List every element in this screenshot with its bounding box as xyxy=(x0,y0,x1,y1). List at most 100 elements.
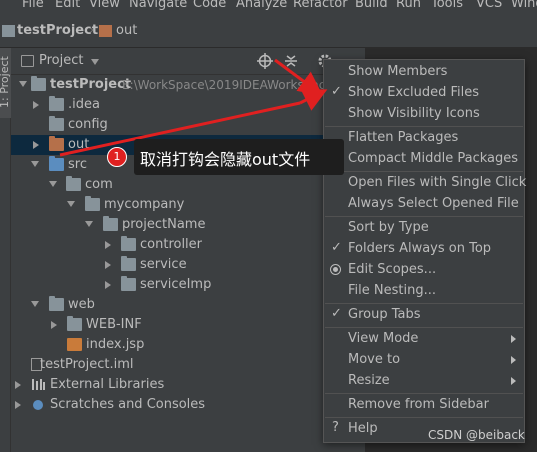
menu-item-move-to[interactable]: Move to xyxy=(324,350,524,371)
expand-arrow-icon[interactable] xyxy=(33,101,41,109)
expand-arrow-icon[interactable] xyxy=(105,281,113,289)
menu-item-show-visibility-icons[interactable]: Show Visibility Icons xyxy=(324,104,524,125)
radio-icon xyxy=(330,264,341,275)
menu-navigate[interactable]: Navigate xyxy=(129,0,187,11)
breadcrumb-folder[interactable]: out xyxy=(116,23,137,38)
expand-arrow-icon[interactable] xyxy=(105,241,113,249)
menu-item-label: Remove from Sidebar xyxy=(348,397,489,412)
source-folder-icon xyxy=(49,156,64,171)
menu-analyze[interactable]: Analyze xyxy=(236,0,287,11)
menu-item-label: View Mode xyxy=(348,331,419,346)
menu-item-edit-scopes[interactable]: Edit Scopes... xyxy=(324,260,524,281)
expand-arrow-icon[interactable] xyxy=(33,141,41,149)
menu-code[interactable]: Code xyxy=(193,0,226,11)
chevron-down-icon[interactable] xyxy=(91,59,99,65)
checkmark-icon: ✓ xyxy=(331,306,342,321)
menu-item-label: Resize xyxy=(348,373,390,388)
collapse-all-icon[interactable] xyxy=(283,53,299,69)
tree-label: projectName xyxy=(122,217,206,232)
package-icon xyxy=(121,236,136,251)
view-selector[interactable]: Project xyxy=(39,53,83,68)
menu-item-show-members[interactable]: Show Members xyxy=(324,62,524,83)
menu-item-compact-middle-packages[interactable]: Compact Middle Packages xyxy=(324,149,524,170)
menu-item-always-select-opened[interactable]: Always Select Opened File xyxy=(324,194,524,215)
checkmark-icon: ✓ xyxy=(331,240,342,255)
menu-item-resize[interactable]: Resize xyxy=(324,371,524,392)
menu-item-view-mode[interactable]: View Mode xyxy=(324,329,524,350)
annotation-callout: 取消打钩会隐藏out文件 xyxy=(134,139,344,175)
menu-refactor[interactable]: Refactor xyxy=(293,0,348,11)
help-icon: ? xyxy=(332,420,339,435)
menu-item-label: Help xyxy=(348,421,378,436)
navigation-breadcrumb: testProject › out xyxy=(0,13,537,48)
tree-label: .idea xyxy=(68,97,100,112)
checkmark-icon: ✓ xyxy=(331,84,342,99)
menu-item-remove-from-sidebar[interactable]: Remove from Sidebar xyxy=(324,395,524,416)
menu-build[interactable]: Build xyxy=(355,0,388,11)
menu-item-sort-by-type[interactable]: Sort by Type xyxy=(324,218,524,239)
menu-item-open-single-click[interactable]: Open Files with Single Click xyxy=(324,173,527,194)
tree-label: web xyxy=(68,297,95,312)
folder-icon xyxy=(49,116,64,131)
expand-arrow-icon[interactable] xyxy=(15,401,23,409)
package-icon xyxy=(121,276,136,291)
project-options-menu: Show Members ✓ Show Excluded Files Show V… xyxy=(323,59,527,443)
tree-label: config xyxy=(68,117,108,132)
menu-separator xyxy=(325,216,523,217)
scratches-icon xyxy=(33,400,43,410)
menu-item-file-nesting[interactable]: File Nesting... xyxy=(324,281,524,302)
menu-run[interactable]: Run xyxy=(396,0,421,11)
menu-separator xyxy=(325,393,523,394)
menu-item-label: Edit Scopes... xyxy=(348,262,437,277)
menu-tools[interactable]: Tools xyxy=(431,0,463,11)
locate-target-icon[interactable] xyxy=(257,53,273,69)
tree-label: index.jsp xyxy=(86,337,145,352)
watermark: CSDN @beiback xyxy=(428,428,525,442)
excluded-folder-icon xyxy=(99,25,112,37)
expand-arrow-icon[interactable] xyxy=(15,381,23,389)
jsp-file-icon xyxy=(67,338,82,351)
project-tool-label: 1: Project xyxy=(0,56,11,108)
menu-item-label: File Nesting... xyxy=(348,283,436,298)
breadcrumb-project[interactable]: testProject xyxy=(17,23,98,38)
expand-arrow-icon[interactable] xyxy=(49,181,57,189)
expand-arrow-icon[interactable] xyxy=(31,301,39,309)
menu-item-label: Open Files with Single Click xyxy=(348,175,527,190)
menu-item-flatten-packages[interactable]: Flatten Packages xyxy=(324,128,524,149)
menu-separator xyxy=(325,327,523,328)
tree-label: Scratches and Consoles xyxy=(50,397,206,412)
menu-file[interactable]: File xyxy=(22,0,44,11)
tree-label: com xyxy=(85,177,113,192)
menu-window[interactable]: Wind xyxy=(511,0,537,11)
package-icon xyxy=(121,256,136,271)
expand-arrow-icon[interactable] xyxy=(31,161,39,169)
menu-vcs[interactable]: VCS xyxy=(476,0,502,11)
expand-arrow-icon[interactable] xyxy=(105,261,113,269)
project-view-icon xyxy=(21,55,34,67)
submenu-arrow-icon xyxy=(511,377,516,385)
menu-item-group-tabs[interactable]: ✓ Group Tabs xyxy=(324,305,524,326)
excluded-folder-icon xyxy=(49,136,64,151)
breadcrumb-separator-icon: › xyxy=(89,23,95,38)
menu-item-label: Sort by Type xyxy=(348,220,429,235)
menu-item-folders-on-top[interactable]: ✓ Folders Always on Top xyxy=(324,239,524,260)
menu-item-show-excluded-files[interactable]: ✓ Show Excluded Files xyxy=(324,83,524,104)
tree-label: controller xyxy=(140,237,203,252)
expand-arrow-icon[interactable] xyxy=(85,221,93,229)
expand-arrow-icon[interactable] xyxy=(67,201,75,209)
tree-label: WEB-INF xyxy=(86,317,142,332)
folder-icon xyxy=(67,316,82,331)
tree-label: service xyxy=(140,257,187,272)
tree-label: out xyxy=(68,137,90,152)
menu-view[interactable]: View xyxy=(89,0,120,11)
menu-item-label: Compact Middle Packages xyxy=(348,151,519,166)
web-folder-icon xyxy=(49,296,64,311)
menu-item-label: Show Visibility Icons xyxy=(348,106,480,121)
tree-label: testProject xyxy=(50,77,132,92)
expand-arrow-icon[interactable] xyxy=(19,81,27,89)
menu-item-label: Group Tabs xyxy=(348,307,421,322)
submenu-arrow-icon xyxy=(511,335,516,343)
annotation-text: 取消打钩会隐藏out文件 xyxy=(140,150,311,169)
expand-arrow-icon[interactable] xyxy=(51,321,59,329)
menu-edit[interactable]: Edit xyxy=(55,0,80,11)
